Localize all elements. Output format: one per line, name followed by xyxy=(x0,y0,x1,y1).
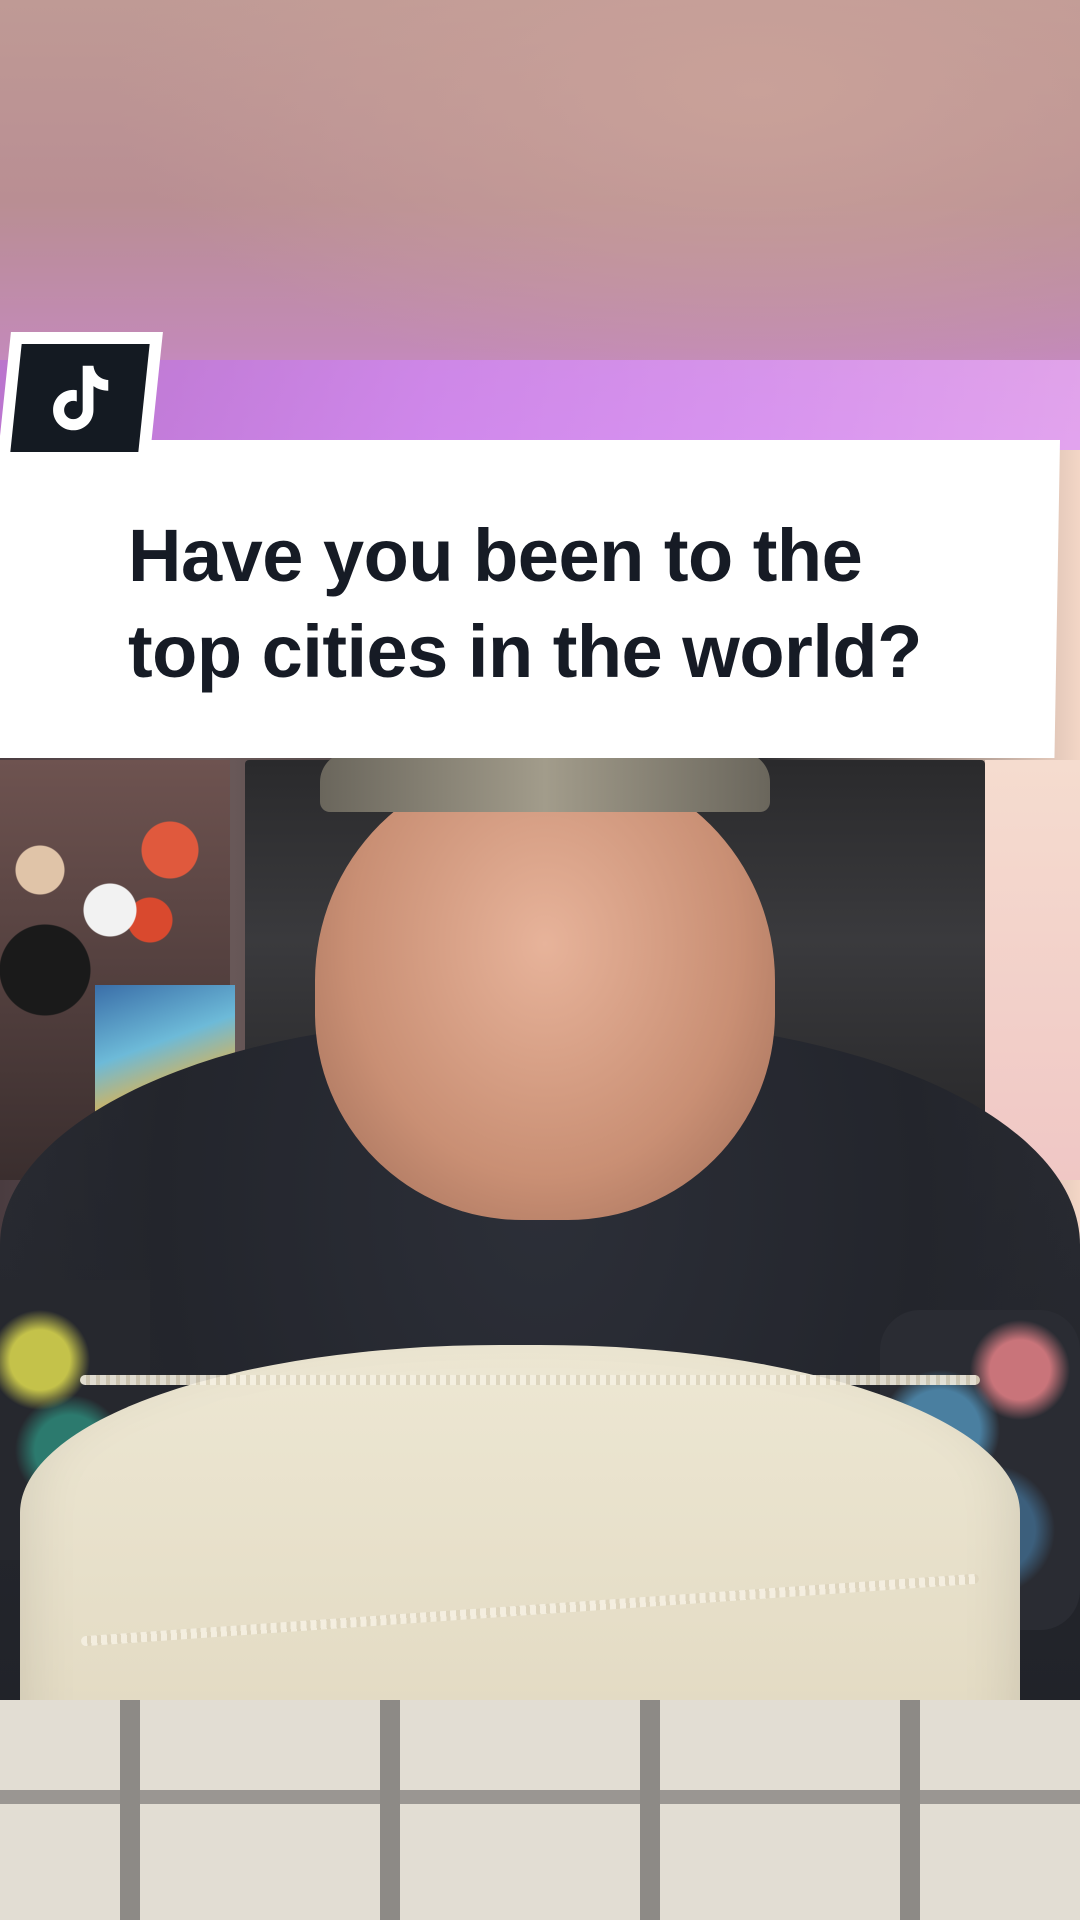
caption-line-1: Have you been to the xyxy=(128,514,863,597)
pillow-fringe xyxy=(80,1375,980,1385)
ceiling-background xyxy=(0,0,1080,450)
caption-line-2: top cities in the world? xyxy=(128,610,922,693)
tiktok-logo xyxy=(10,344,150,452)
person-face xyxy=(315,760,775,1220)
pillow-fringe xyxy=(80,1573,980,1647)
tiktok-logo-badge xyxy=(0,332,163,464)
plaid-blanket xyxy=(0,1700,1080,1920)
caption-text: Have you been to the top cities in the w… xyxy=(128,508,1008,700)
person-cap xyxy=(320,752,770,812)
tiktok-note-icon xyxy=(53,365,109,431)
right-wall xyxy=(985,760,1080,1180)
video-frame: Have you been to the top cities in the w… xyxy=(0,0,1080,1920)
